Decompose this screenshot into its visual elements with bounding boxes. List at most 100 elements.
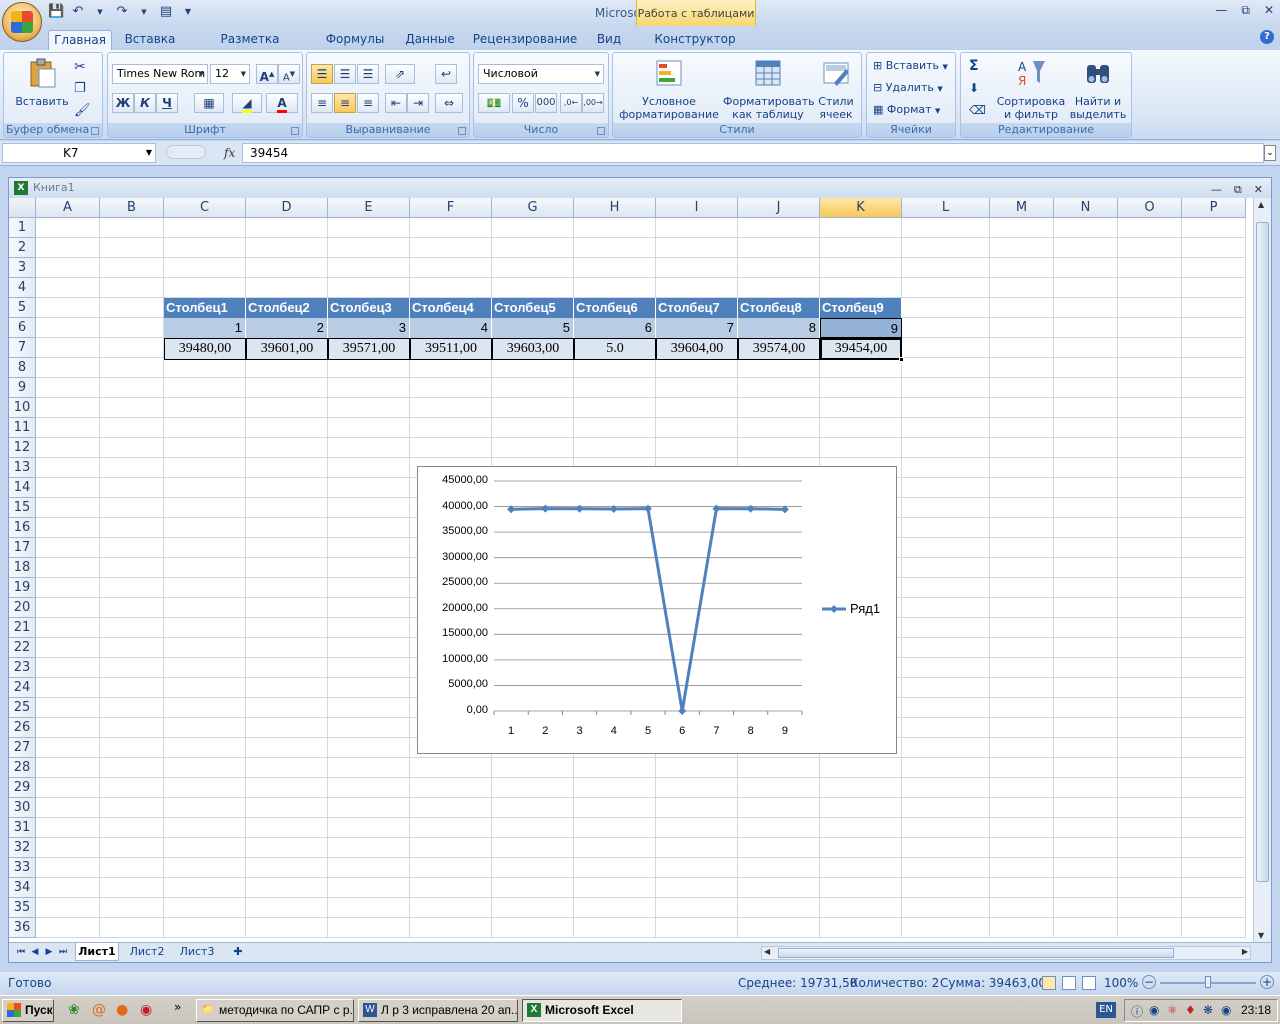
fill-handle[interactable]	[899, 357, 904, 362]
row-header-10[interactable]: 10	[9, 398, 36, 418]
align-bottom-button[interactable]: ☰	[357, 64, 379, 84]
row-header-7[interactable]: 7	[9, 338, 36, 358]
scroll-up-icon[interactable]: ▲	[1258, 200, 1264, 209]
row-header-16[interactable]: 16	[9, 518, 36, 538]
legend-label[interactable]: Ряд1	[850, 601, 880, 616]
row-header-25[interactable]: 25	[9, 698, 36, 718]
tab-home[interactable]: Главная	[48, 30, 112, 50]
cell-row6-c[interactable]: 1	[164, 318, 246, 338]
align-right-button[interactable]: ≡	[357, 93, 379, 113]
align-top-button[interactable]: ☰	[311, 64, 333, 84]
alignment-launcher-icon[interactable]	[458, 127, 466, 135]
column-header-h[interactable]: H	[574, 198, 656, 218]
format-as-table-button[interactable]: Форматировать как таблицу	[723, 57, 815, 121]
table-header-cell-f[interactable]: Столбец4	[410, 298, 492, 318]
row-header-6[interactable]: 6	[9, 318, 36, 338]
tray-sound-icon[interactable]: ◉	[1149, 1003, 1159, 1017]
tab-review[interactable]: Рецензирование	[472, 30, 578, 50]
cell-row6-e[interactable]: 3	[328, 318, 410, 338]
cell-row6-g[interactable]: 5	[492, 318, 574, 338]
tab-view[interactable]: Вид	[590, 30, 628, 50]
row-header-36[interactable]: 36	[9, 918, 36, 938]
cell-row7-g[interactable]: 39603,00	[492, 338, 574, 360]
scroll-right-icon[interactable]: ▶	[1242, 947, 1248, 956]
cell-styles-button[interactable]: Стили ячеек	[813, 57, 859, 121]
cell-row7-d[interactable]: 39601,00	[246, 338, 328, 360]
currency-button[interactable]: 💵	[478, 93, 510, 113]
row-header-26[interactable]: 26	[9, 718, 36, 738]
normal-view-icon[interactable]	[1042, 976, 1056, 990]
tray-network-icon[interactable]: ⚛	[1167, 1003, 1178, 1017]
horizontal-scroll-thumb[interactable]	[778, 948, 1174, 958]
line-chart[interactable]: 45000,00 40000,00 35000,00 30000,00 25000,00…	[417, 466, 897, 754]
column-header-o[interactable]: O	[1118, 198, 1182, 218]
row-header-9[interactable]: 9	[9, 378, 36, 398]
column-header-j[interactable]: J	[738, 198, 820, 218]
cell-row6-h[interactable]: 6	[574, 318, 656, 338]
column-header-m[interactable]: M	[990, 198, 1054, 218]
conditional-formatting-button[interactable]: Условное форматирование	[617, 57, 721, 121]
bold-button[interactable]: Ж	[112, 93, 134, 113]
quicklaunch-more-icon[interactable]: »	[174, 1000, 181, 1014]
font-name-select[interactable]: Times New Rom ▼	[112, 64, 208, 84]
decrease-indent-button[interactable]: ⇤	[385, 93, 407, 113]
merge-center-button[interactable]: ⇔	[435, 93, 463, 113]
tab-insert[interactable]: Вставка	[120, 30, 180, 50]
row-header-32[interactable]: 32	[9, 838, 36, 858]
minimize-icon[interactable]: —	[1215, 3, 1227, 18]
column-header-c[interactable]: C	[164, 198, 246, 218]
format-cells-button[interactable]: ▦ Формат ▼	[873, 103, 940, 116]
align-left-button[interactable]: ≡	[311, 93, 333, 113]
row-header-28[interactable]: 28	[9, 758, 36, 778]
borders-button[interactable]: ▦	[194, 93, 224, 113]
row-header-23[interactable]: 23	[9, 658, 36, 678]
data-point-marker[interactable]	[575, 504, 584, 513]
data-point-marker[interactable]	[712, 504, 721, 513]
cell-row6-i[interactable]: 7	[656, 318, 738, 338]
column-header-n[interactable]: N	[1054, 198, 1118, 218]
page-break-view-icon[interactable]	[1082, 976, 1096, 990]
cell-row6-j[interactable]: 8	[738, 318, 820, 338]
cell-row7-k[interactable]: 39454,00	[820, 338, 902, 360]
cell-row7-i[interactable]: 39604,00	[656, 338, 738, 360]
cell-row7-h[interactable]: 5.0	[574, 338, 656, 360]
zoom-out-icon[interactable]: −	[1142, 975, 1156, 989]
start-button[interactable]: Пуск	[2, 999, 54, 1022]
row-header-21[interactable]: 21	[9, 618, 36, 638]
cell-row7-c[interactable]: 39480,00	[164, 338, 246, 360]
quicklaunch-browser-icon[interactable]: ●	[116, 1002, 128, 1018]
shrink-font-button[interactable]: A▼	[278, 64, 300, 84]
decrease-decimal-button[interactable]: ,00→	[582, 93, 604, 113]
restore-icon[interactable]: ⧉	[1234, 180, 1242, 200]
row-header-19[interactable]: 19	[9, 578, 36, 598]
cell-row6-d[interactable]: 2	[246, 318, 328, 338]
zoom-in-icon[interactable]: +	[1260, 975, 1274, 989]
close-icon[interactable]: ✕	[1254, 180, 1263, 200]
clipboard-launcher-icon[interactable]	[91, 127, 99, 135]
table-header-cell-e[interactable]: Столбец3	[328, 298, 410, 318]
zoom-slider[interactable]	[1160, 976, 1256, 988]
column-header-b[interactable]: B	[100, 198, 164, 218]
sheet-tab-3[interactable]: Лист3	[175, 943, 219, 961]
insert-cells-button[interactable]: ⊞ Вставить ▼	[873, 59, 948, 72]
spreadsheet-grid[interactable]: ABCDEFGHIJKLMNOP 1 2 3 4 5 6 7 8 9 10 11 12 13 14 15 16…	[9, 198, 1253, 942]
column-header-k[interactable]: K	[820, 198, 902, 218]
column-header-a[interactable]: A	[36, 198, 100, 218]
column-header-g[interactable]: G	[492, 198, 574, 218]
tray-info-icon[interactable]: ⓘ	[1131, 1003, 1143, 1020]
paste-button[interactable]: Вставить	[12, 57, 72, 108]
align-center-button[interactable]: ≡	[334, 93, 356, 113]
data-point-marker[interactable]	[746, 504, 755, 513]
name-box[interactable]: K7 ▼	[2, 143, 156, 163]
clear-icon[interactable]: ⌫	[969, 103, 986, 117]
insert-sheet-icon[interactable]: ✚	[227, 943, 249, 961]
tab-formulas[interactable]: Формулы	[322, 30, 388, 50]
fill-color-button[interactable]: ◢	[232, 93, 262, 113]
row-header-35[interactable]: 35	[9, 898, 36, 918]
row-header-24[interactable]: 24	[9, 678, 36, 698]
last-sheet-icon[interactable]: ⏭	[57, 943, 69, 961]
insert-function-button[interactable]: fx	[224, 143, 235, 163]
row-header-11[interactable]: 11	[9, 418, 36, 438]
prev-sheet-icon[interactable]: ◀	[29, 943, 41, 961]
tab-design[interactable]: Конструктор	[650, 30, 740, 50]
